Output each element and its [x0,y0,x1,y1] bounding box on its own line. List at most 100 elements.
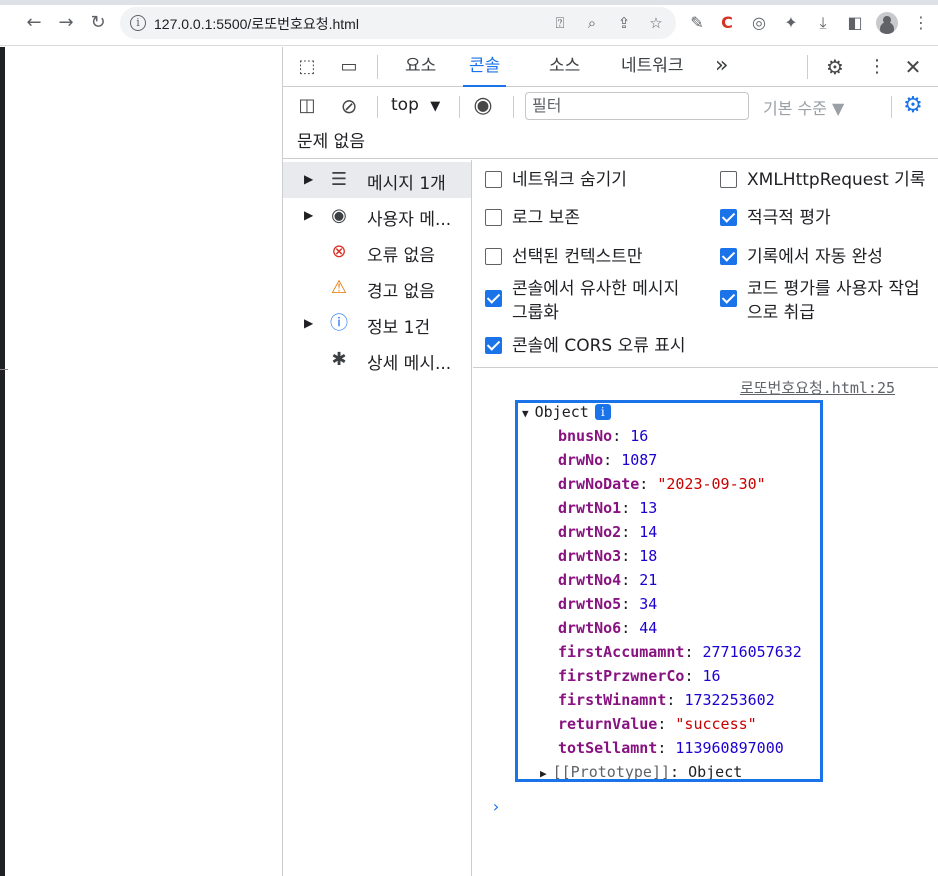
property-colon: : [657,715,676,733]
checkbox[interactable] [485,290,502,307]
group-similar-checkbox[interactable]: 콘솔에서 유사한 메시지 그룹화 [485,277,703,327]
object-property-row: totSellamnt: 113960897000 [558,739,784,757]
checkbox[interactable] [720,171,737,188]
close-icon[interactable]: ✕ [901,55,925,79]
more-tabs-chevron-icon[interactable]: » [715,47,728,87]
warning-icon: ⚠ [330,277,348,298]
tab-strip-edge [0,0,938,5]
forward-arrow-icon[interactable]: → [54,11,78,35]
clear-console-icon[interactable]: ⊘ [337,94,361,118]
property-value: "success" [675,715,757,733]
share-icon[interactable]: ⇪ [614,13,634,33]
prototype-row[interactable]: ▶ [[Prototype]]: Object [540,763,742,781]
object-property-row: drwtNo3: 18 [558,547,657,565]
property-value: 18 [639,547,658,565]
c-extension-icon[interactable]: C [716,12,738,34]
tab-network[interactable]: 네트워크 [621,47,684,87]
tab-console[interactable]: 콘솔 [463,47,507,87]
property-key: returnValue [558,715,658,733]
context-selector[interactable]: top ▼ [391,95,440,115]
checkbox[interactable] [720,290,737,307]
expand-arrow-icon[interactable]: ▶ [540,767,547,779]
property-colon: : [684,667,703,685]
sidebar-item-messages[interactable]: ▶ ☰ 메시지 1개 [283,162,471,198]
translate-icon[interactable]: ⍰ [550,13,570,33]
checkbox-label: 코드 평가를 사용자 작업으로 취급 [747,279,920,323]
property-key: totSellamnt [558,739,658,757]
profile-avatar[interactable] [876,12,898,34]
checkbox[interactable] [485,209,502,226]
sidebar-item-label: 경고 없음 [367,282,435,302]
property-key: firstAccumamnt [558,643,685,661]
back-arrow-icon[interactable]: ← [22,11,46,35]
checkbox[interactable] [485,337,502,354]
site-info-icon[interactable]: i [130,15,146,31]
sidebar-item-verbose[interactable]: ✱ 상세 메시... [283,342,471,378]
property-value: 16 [630,427,649,445]
object-header[interactable]: ▼ Object i [522,403,611,421]
sidebar-item-label: 메시지 1개 [367,174,446,194]
sidebar-toggle-icon[interactable]: ◫ [295,94,319,118]
sidebar-item-warnings[interactable]: ⚠ 경고 없음 [283,270,471,306]
download-icon[interactable]: ⤓ [812,12,834,34]
sidebar-item-user-messages[interactable]: ▶ ◉ 사용자 메... [283,198,471,234]
browser-toolbar: ← → ↻ i 127.0.0.1:5500/로또번호요청.html ⍰ ⌕ ⇪… [0,0,938,46]
property-colon: : [666,691,685,709]
collapse-arrow-icon[interactable]: ▼ [522,407,529,420]
checkbox[interactable] [720,209,737,226]
property-key: drwNoDate [558,475,640,493]
object-property-row: drwtNo5: 34 [558,595,657,613]
live-expression-eye-icon[interactable]: ◉ [471,94,495,118]
devtools-tabbar: ⬚ ▭ 요소 콘솔 소스 네트워크 » ⚙ ⋮ ✕ [283,47,938,87]
property-colon: : [621,571,640,589]
zoom-icon[interactable]: ⌕ [582,13,602,33]
bookmark-star-icon[interactable]: ☆ [646,13,666,33]
devtools-panel: ⬚ ▭ 요소 콘솔 소스 네트워크 » ⚙ ⋮ ✕ ◫ ⊘ top ▼ ◉ 필터… [282,47,938,876]
console-settings-gear-icon[interactable]: ⚙ [901,94,925,118]
log-levels-select[interactable]: 기본 수준 ▼ [763,95,844,119]
property-key: drwtNo3 [558,547,622,565]
checkbox[interactable] [720,248,737,265]
extensions-puzzle-icon[interactable]: ✦ [780,12,802,34]
address-bar[interactable]: i 127.0.0.1:5500/로또번호요청.html ⍰ ⌕ ⇪ ☆ [120,7,676,39]
expand-arrow-icon[interactable]: ▶ [304,172,313,186]
error-icon: ⊗ [331,241,347,262]
checkbox[interactable] [485,248,502,265]
checkbox-label: 선택된 컨텍스트만 [512,247,643,267]
info-badge-icon[interactable]: i [594,404,611,420]
checkbox[interactable] [485,171,502,188]
side-panel-icon[interactable]: ◧ [844,12,866,34]
property-colon: : [612,427,631,445]
object-property-row: drwtNo2: 14 [558,523,657,541]
expand-arrow-icon[interactable]: ▶ [304,208,313,222]
property-value: 44 [639,619,658,637]
console-prompt-icon[interactable]: › [491,797,501,816]
page-viewport [0,47,282,876]
logged-object-highlight: ▼ Object i bnusNo: 16 drwNo: 1087 drwNoDate:… [515,400,823,782]
console-toolbar: ◫ ⊘ top ▼ ◉ 필터 기본 수준 ▼ ⚙ [283,88,938,126]
filter-input[interactable]: 필터 [525,92,749,120]
eyedropper-extension-icon[interactable]: ✎ [686,12,708,34]
issues-bar[interactable]: 문제 없음 [283,126,938,159]
property-colon: : [621,499,640,517]
inspect-element-icon[interactable]: ⬚ [295,55,319,79]
tab-sources[interactable]: 소스 [549,47,580,87]
more-options-icon[interactable]: ⋮ [865,55,889,79]
expand-arrow-icon[interactable]: ▶ [304,316,313,330]
prototype-key: [[Prototype]] [552,763,671,781]
sidebar-item-label: 상세 메시... [367,354,452,374]
user-activation-checkbox[interactable]: 코드 평가를 사용자 작업으로 취급 [720,277,935,327]
tab-elements[interactable]: 요소 [405,47,436,87]
sidebar-item-errors[interactable]: ⊗ 오류 없음 [283,234,471,270]
sidebar-item-info[interactable]: ▶ ⓘ 정보 1건 [283,306,471,342]
url-text[interactable]: 127.0.0.1:5500/로또번호요청.html [154,14,359,34]
property-colon: : [621,619,640,637]
device-toolbar-icon[interactable]: ▭ [337,55,361,79]
reload-icon[interactable]: ↻ [86,11,110,35]
headset-extension-icon[interactable]: ◎ [748,12,770,34]
menu-kebab-icon[interactable]: ⋮ [910,12,932,34]
settings-gear-icon[interactable]: ⚙ [823,55,847,79]
checkbox-label: 네트워크 숨기기 [512,170,627,190]
source-link[interactable]: 로또번호요청.html:25 [740,377,895,398]
checkbox-label: 로그 보존 [512,208,580,228]
